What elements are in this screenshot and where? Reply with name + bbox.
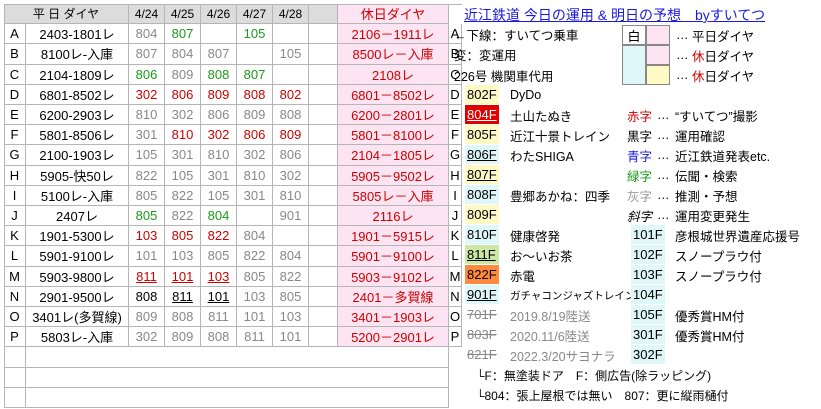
car-name: 2020.11/6陸送: [510, 329, 590, 344]
legend-holiday-rest: 日ダイヤ: [704, 49, 755, 64]
meaning-text: 近江鉄道発表etc.: [675, 149, 771, 164]
legend-variant-text: 変：変運用: [454, 48, 517, 63]
legend-yellow-box: [646, 65, 670, 85]
car-number[interactable]: 803F: [465, 325, 499, 344]
meaning-dots: …: [657, 188, 670, 202]
car-number[interactable]: 811F: [465, 245, 499, 264]
footnote-2: └804：張上屋根では無い 807：更に縦雨樋付: [476, 385, 729, 405]
footnote-1-text: └F：無塗装ドア F：側広告(除ラッピング): [476, 368, 712, 383]
meaning-dots: …: [657, 208, 670, 222]
meaning-key: 赤字: [627, 109, 653, 124]
meaning-dots: …: [657, 148, 670, 162]
car-number[interactable]: 821F: [465, 345, 499, 364]
car-name: ガチャコンジャズトレイン: [510, 289, 636, 302]
dots: …: [676, 48, 689, 62]
legend-holiday-1: … 休日ダイヤ: [676, 45, 754, 65]
meaning-key: 灰字: [627, 189, 653, 204]
small-car-name: スノープラウ付: [675, 269, 762, 284]
meaning-text: 推測・予想: [675, 189, 738, 204]
meaning-key: 黒字: [627, 129, 653, 144]
car-number[interactable]: 810F: [465, 225, 499, 244]
car-number[interactable]: 822F: [465, 265, 499, 284]
small-car-name: 優秀賞HM付: [675, 329, 745, 344]
car-name: お～いお茶: [510, 249, 573, 264]
table-border: [4, 4, 462, 408]
car-name: 2022.3/20サヨナラ: [510, 349, 616, 364]
car-number[interactable]: 802F: [465, 85, 499, 104]
car-name: DyDo: [510, 88, 542, 102]
legend-holiday-red: 休: [691, 69, 705, 84]
car-number[interactable]: 901F: [465, 285, 499, 304]
legend-loco: 226号 機関車代用: [454, 65, 553, 85]
small-car-number[interactable]: 105F: [631, 305, 665, 324]
legend-variant: 変：変運用: [454, 44, 517, 64]
page-title[interactable]: 近江鉄道 今日の運用 & 明日の予想 byすいてつ: [464, 5, 765, 25]
title-bar: 近江鉄道 今日の運用 & 明日の予想 byすいてつ: [452, 4, 821, 24]
car-number[interactable]: 701F: [465, 305, 499, 324]
small-car-number[interactable]: 301F: [631, 325, 665, 344]
small-car-number[interactable]: 102F: [631, 245, 665, 264]
car-name: 赤電: [510, 269, 536, 284]
small-car-number[interactable]: 104F: [631, 285, 665, 304]
small-car-number[interactable]: 103F: [631, 265, 665, 284]
legend-weekday-text: 平日ダイヤ: [691, 29, 755, 44]
car-number[interactable]: 806F: [465, 145, 499, 164]
car-number[interactable]: 805F: [465, 125, 499, 144]
dots: …: [676, 68, 689, 82]
legend-loco-text: 226号 機関車代用: [454, 69, 554, 84]
car-name: 豊郷あかね：四季: [510, 189, 611, 204]
legend-holiday-rest: 日ダイヤ: [704, 69, 755, 84]
car-name: 健康啓発: [510, 229, 561, 244]
small-car-number[interactable]: 101F: [631, 225, 665, 244]
legend-pink-box: [646, 25, 670, 45]
footnote-2-text: └804：張上屋根では無い 807：更に縦雨樋付: [476, 388, 729, 403]
meaning-dots: …: [657, 128, 670, 142]
legend-holiday-red: 休: [691, 49, 705, 64]
legend-underline-text: ←下線：すいてつ乗車: [454, 28, 579, 43]
car-number[interactable]: 804F: [465, 105, 499, 124]
car-name: 土山たぬき: [510, 109, 573, 124]
small-car-number[interactable]: 302F: [631, 345, 665, 364]
car-name: 2019.8/19陸送: [510, 309, 591, 324]
meaning-text: 運用確認: [675, 129, 726, 144]
meaning-dots: …: [657, 108, 670, 122]
meaning-text: “すいてつ”撮影: [675, 109, 758, 124]
car-number[interactable]: 809F: [465, 205, 499, 224]
car-name: 近江十景トレイン: [510, 129, 611, 144]
small-car-name: 彦根城世界遺産応援号: [675, 229, 801, 244]
meaning-key: 斜字: [627, 209, 653, 224]
car-number[interactable]: 808F: [465, 185, 499, 204]
legend-weekday: … 平日ダイヤ: [676, 25, 754, 45]
meaning-key: 緑字: [627, 169, 653, 184]
meaning-text: 伝聞・検索: [675, 169, 738, 184]
meaning-text: 運用変更発生: [675, 209, 751, 224]
car-name: わたSHIGA: [510, 149, 574, 164]
meaning-dots: …: [657, 168, 670, 182]
legend-cyan-box: [622, 45, 646, 85]
legend-white-box: 白: [622, 25, 646, 45]
small-car-name: スノープラウ付: [675, 249, 762, 264]
footnote-1: └F：無塗装ドア F：側広告(除ラッピング): [476, 365, 711, 385]
legend-white-box-label: 白: [627, 28, 641, 44]
car-number[interactable]: 807F: [465, 165, 499, 184]
legend-underline: ←下線：すいてつ乗車: [454, 24, 578, 44]
meaning-key: 青字: [627, 149, 653, 164]
dots: …: [676, 28, 689, 42]
small-car-name: 優秀賞HM付: [675, 309, 745, 324]
legend-holiday-2: … 休日ダイヤ: [676, 65, 754, 85]
legend-pink-box-2: [646, 45, 670, 65]
